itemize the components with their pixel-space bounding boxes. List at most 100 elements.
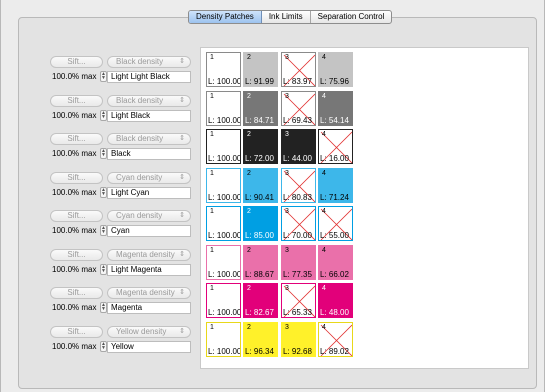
density-patch[interactable]: 3 L: 70.00 — [281, 206, 316, 241]
patch-number: 3 — [285, 169, 289, 177]
patch-number: 3 — [285, 54, 289, 61]
tab-density-patches[interactable]: Density Patches — [189, 11, 262, 23]
channel-row: Sift... Black density ⇕ 100.0% max ▲ ▼ Black — [50, 133, 191, 163]
density-patch[interactable]: 3 L: 80.83 — [281, 167, 316, 203]
tab-ink-limits[interactable]: Ink Limits — [262, 11, 311, 23]
density-patch[interactable]: 1 L: 100.00 — [206, 129, 241, 164]
density-popup[interactable]: Cyan density ⇕ — [107, 210, 191, 222]
patch-number: 3 — [285, 208, 289, 215]
density-patch[interactable]: 1 L: 100.00 — [206, 244, 241, 280]
density-patch[interactable]: 4 L: 71.24 — [318, 167, 353, 203]
density-patch[interactable]: 4 L: 66.02 — [318, 244, 353, 280]
density-patch[interactable]: 3 L: 69.43 — [281, 90, 316, 126]
patch-lightness-value: L: 16.00 — [320, 154, 349, 163]
density-patch[interactable]: 2 L: 91.99 — [243, 52, 278, 87]
density-patch[interactable]: 2 L: 82.67 — [243, 283, 278, 318]
density-patch[interactable]: 1 L: 100.00 — [206, 90, 241, 126]
patch-number: 3 — [285, 131, 289, 138]
sift-button[interactable]: Sift... — [50, 56, 103, 68]
sift-button[interactable]: Sift... — [50, 210, 103, 222]
density-patch[interactable]: 3 L: 92.68 — [281, 321, 316, 357]
density-patch[interactable]: 3 L: 65.33 — [281, 283, 316, 318]
channel-name-field[interactable]: Magenta — [107, 302, 191, 314]
density-patch[interactable]: 4 L: 54.14 — [318, 90, 353, 126]
patch-lightness-value: L: 70.00 — [283, 231, 312, 240]
max-percent-label: 100.0% max — [52, 341, 97, 351]
channel-name-field[interactable]: Cyan — [107, 225, 191, 237]
density-patch[interactable]: 3 L: 44.00 — [281, 129, 316, 164]
patch-lightness-value: L: 71.24 — [320, 192, 349, 202]
sift-button[interactable]: Sift... — [50, 248, 103, 261]
density-patch[interactable]: 4 L: 16.00 — [318, 129, 353, 164]
window: Density Patches Ink Limits Separation Co… — [0, 0, 545, 392]
max-stepper[interactable]: ▲ ▼ — [100, 263, 107, 275]
sift-button[interactable]: Sift... — [50, 171, 103, 184]
sift-button[interactable]: Sift... — [50, 325, 103, 338]
patch-number: 4 — [322, 169, 326, 177]
density-popup[interactable]: Black density ⇕ — [107, 94, 191, 107]
max-stepper[interactable]: ▲ ▼ — [100, 302, 107, 313]
patch-number: 4 — [322, 246, 326, 254]
density-patch[interactable]: 2 L: 90.41 — [243, 167, 278, 203]
density-patch[interactable]: 3 L: 77.35 — [281, 244, 316, 280]
channel-row: Sift... Yellow density ⇕ 100.0% max ▲ ▼ Yellow — [50, 325, 191, 356]
tab-separation-control[interactable]: Separation Control — [311, 11, 392, 23]
max-stepper[interactable]: ▲ ▼ — [100, 340, 107, 352]
density-popup-label: Cyan density — [116, 211, 163, 220]
channel-row: Sift... Magenta density ⇕ 100.0% max ▲ ▼ Light… — [50, 248, 191, 279]
channel-name-field[interactable]: Yellow — [107, 340, 191, 353]
patch-number: 4 — [322, 131, 326, 138]
channel-name-field[interactable]: Black — [107, 148, 191, 160]
patch-number: 3 — [285, 246, 289, 254]
sift-button[interactable]: Sift... — [50, 287, 103, 299]
density-popup[interactable]: Black density ⇕ — [107, 56, 191, 68]
sift-button[interactable]: Sift... — [50, 94, 103, 107]
patch-lightness-value: L: 91.99 — [245, 77, 274, 86]
density-patch[interactable]: 2 L: 84.71 — [243, 90, 278, 126]
density-patch[interactable]: 1 L: 100.00 — [206, 206, 241, 241]
max-stepper[interactable]: ▲ ▼ — [100, 186, 107, 198]
channel-name-field[interactable]: Light Black — [107, 109, 191, 122]
patch-number: 1 — [210, 246, 214, 254]
channel-name-field[interactable]: Light Magenta — [107, 263, 191, 276]
max-stepper[interactable]: ▲ ▼ — [100, 109, 107, 121]
patch-lightness-value: L: 90.41 — [245, 192, 274, 202]
max-stepper[interactable]: ▲ ▼ — [100, 148, 107, 159]
density-patch[interactable]: 2 L: 88.67 — [243, 244, 278, 280]
patch-number: 2 — [247, 246, 251, 254]
patch-lightness-value: L: 100.00 — [208, 192, 241, 202]
density-patch[interactable]: 1 L: 100.00 — [206, 52, 241, 87]
density-patch[interactable]: 2 L: 72.00 — [243, 129, 278, 164]
channel-name-field[interactable]: Light Light Black — [107, 71, 191, 83]
patch-lightness-value: L: 80.83 — [283, 192, 312, 202]
popup-arrows-icon: ⇕ — [179, 173, 185, 181]
density-patch[interactable]: 1 L: 100.00 — [206, 167, 241, 203]
density-patch[interactable]: 1 L: 100.00 — [206, 321, 241, 357]
popup-arrows-icon: ⇕ — [179, 250, 185, 258]
channel-row: Sift... Black density ⇕ 100.0% max ▲ ▼ Light L… — [50, 56, 191, 86]
max-percent-label: 100.0% max — [52, 149, 97, 158]
density-patch[interactable]: 2 L: 96.34 — [243, 321, 278, 357]
density-popup[interactable]: Magenta density ⇕ — [107, 248, 191, 261]
max-stepper[interactable]: ▲ ▼ — [100, 225, 107, 236]
density-popup-label: Yellow density — [116, 326, 167, 336]
density-patch[interactable]: 3 L: 83.97 — [281, 52, 316, 87]
channel-name-field[interactable]: Light Cyan — [107, 186, 191, 199]
density-popup[interactable]: Cyan density ⇕ — [107, 171, 191, 184]
sift-button[interactable]: Sift... — [50, 133, 103, 145]
density-patch[interactable]: 4 L: 55.00 — [318, 206, 353, 241]
density-patch[interactable]: 2 L: 85.00 — [243, 206, 278, 241]
density-patch[interactable]: 4 L: 89.02 — [318, 321, 353, 357]
density-patch[interactable]: 1 L: 100.00 — [206, 283, 241, 318]
density-popup[interactable]: Black density ⇕ — [107, 133, 191, 145]
patch-number: 1 — [210, 285, 214, 292]
density-popup[interactable]: Magenta density ⇕ — [107, 287, 191, 299]
max-stepper[interactable]: ▲ ▼ — [100, 71, 107, 82]
channel-row: Sift... Cyan density ⇕ 100.0% max ▲ ▼ Light Cy… — [50, 171, 191, 202]
patch-number: 1 — [210, 54, 214, 61]
density-popup[interactable]: Yellow density ⇕ — [107, 325, 191, 338]
density-patch[interactable]: 4 L: 75.96 — [318, 52, 353, 87]
patch-lightness-value: L: 75.96 — [320, 77, 349, 86]
density-patch[interactable]: 4 L: 48.00 — [318, 283, 353, 318]
patch-lightness-value: L: 66.02 — [320, 269, 349, 279]
